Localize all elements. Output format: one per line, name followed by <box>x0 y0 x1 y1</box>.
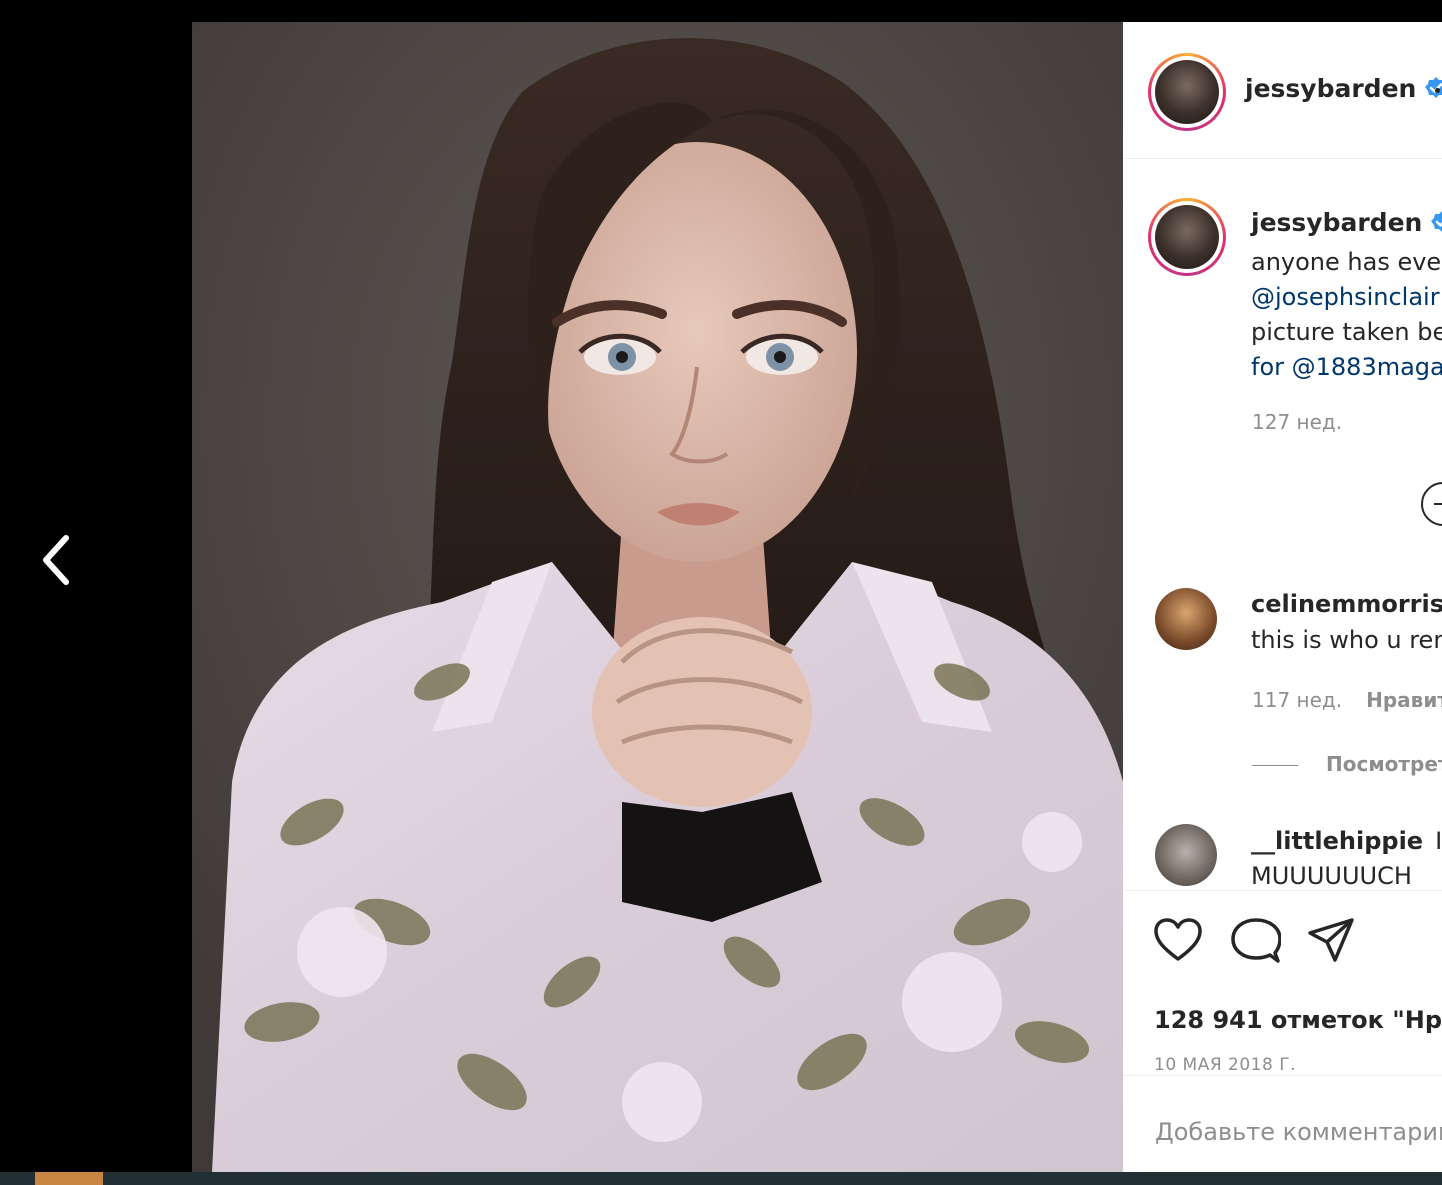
portrait-illustration <box>192 22 1123 1172</box>
comment-age: 117 нед. <box>1252 688 1343 712</box>
caption-line: picture taken be <box>1251 318 1442 346</box>
author-avatar-image <box>1155 60 1219 124</box>
comment-tail: I L <box>1435 827 1442 855</box>
top-strip <box>0 0 1442 22</box>
caption-age: 127 нед. <box>1252 410 1343 434</box>
post-header: jessybarden <box>1123 22 1442 159</box>
replies-divider <box>1252 765 1298 766</box>
author-avatar[interactable] <box>1148 53 1226 131</box>
verified-badge-icon <box>1431 211 1442 232</box>
share-send-icon[interactable] <box>1307 917 1355 965</box>
caption-text: anyone has ever @josephsinclair picture … <box>1251 245 1442 385</box>
post-photo[interactable] <box>192 22 1123 1172</box>
plus-icon <box>1434 503 1442 505</box>
comment-meta: 117 нед. Нравит <box>1252 688 1442 712</box>
post-side-panel: jessybarden jessybarden N anyone has eve… <box>1123 22 1442 1172</box>
caption-username[interactable]: jessybarden N <box>1251 208 1442 237</box>
view-replies[interactable]: Посмотрет <box>1252 752 1442 776</box>
more-options-icon[interactable] <box>1435 88 1440 93</box>
comment-bubble-icon[interactable] <box>1231 917 1281 965</box>
comment-like-count[interactable]: Нравит <box>1366 688 1442 712</box>
add-comment-bar: Добавьте комментарий <box>1123 1075 1442 1172</box>
commenter-avatar[interactable] <box>1155 588 1217 650</box>
commenter-avatar[interactable] <box>1155 824 1217 886</box>
caption-author-avatar-image <box>1155 205 1219 269</box>
comment-text: this is who u rem <box>1251 626 1442 654</box>
like-heart-icon[interactable] <box>1153 917 1203 963</box>
add-comment-input[interactable]: Добавьте комментарий <box>1155 1118 1442 1146</box>
previous-post-button[interactable] <box>30 535 80 585</box>
caption-mention-line[interactable]: for @1883maga <box>1251 350 1442 385</box>
caption-author-avatar[interactable] <box>1148 198 1226 276</box>
taskbar-tab[interactable] <box>35 1172 103 1185</box>
author-username[interactable]: jessybarden <box>1245 74 1442 103</box>
comment-username[interactable]: __littlehippie <box>1251 827 1423 855</box>
load-more-comments-button[interactable] <box>1421 482 1442 526</box>
comment-text: MUUUUUUCH <box>1251 862 1412 888</box>
caption-mention-link[interactable]: @josephsinclair <box>1251 280 1442 315</box>
post-date: 10 МАЯ 2018 Г. <box>1154 1055 1296 1075</box>
comment-header: celinemmorris@ <box>1251 590 1442 618</box>
comment-header: __littlehippie I L <box>1251 827 1442 855</box>
post-actions: 128 941 отметок "Нрав 10 МАЯ 2018 Г. <box>1123 890 1442 1080</box>
taskbar-strip <box>0 1172 1442 1185</box>
comment-username[interactable]: celinemmorris <box>1251 590 1442 618</box>
chevron-left-icon <box>43 535 69 585</box>
caption-line: anyone has ever <box>1251 248 1442 276</box>
likes-count[interactable]: 128 941 отметок "Нрав <box>1154 1006 1442 1034</box>
view-replies-label[interactable]: Посмотрет <box>1326 752 1442 776</box>
